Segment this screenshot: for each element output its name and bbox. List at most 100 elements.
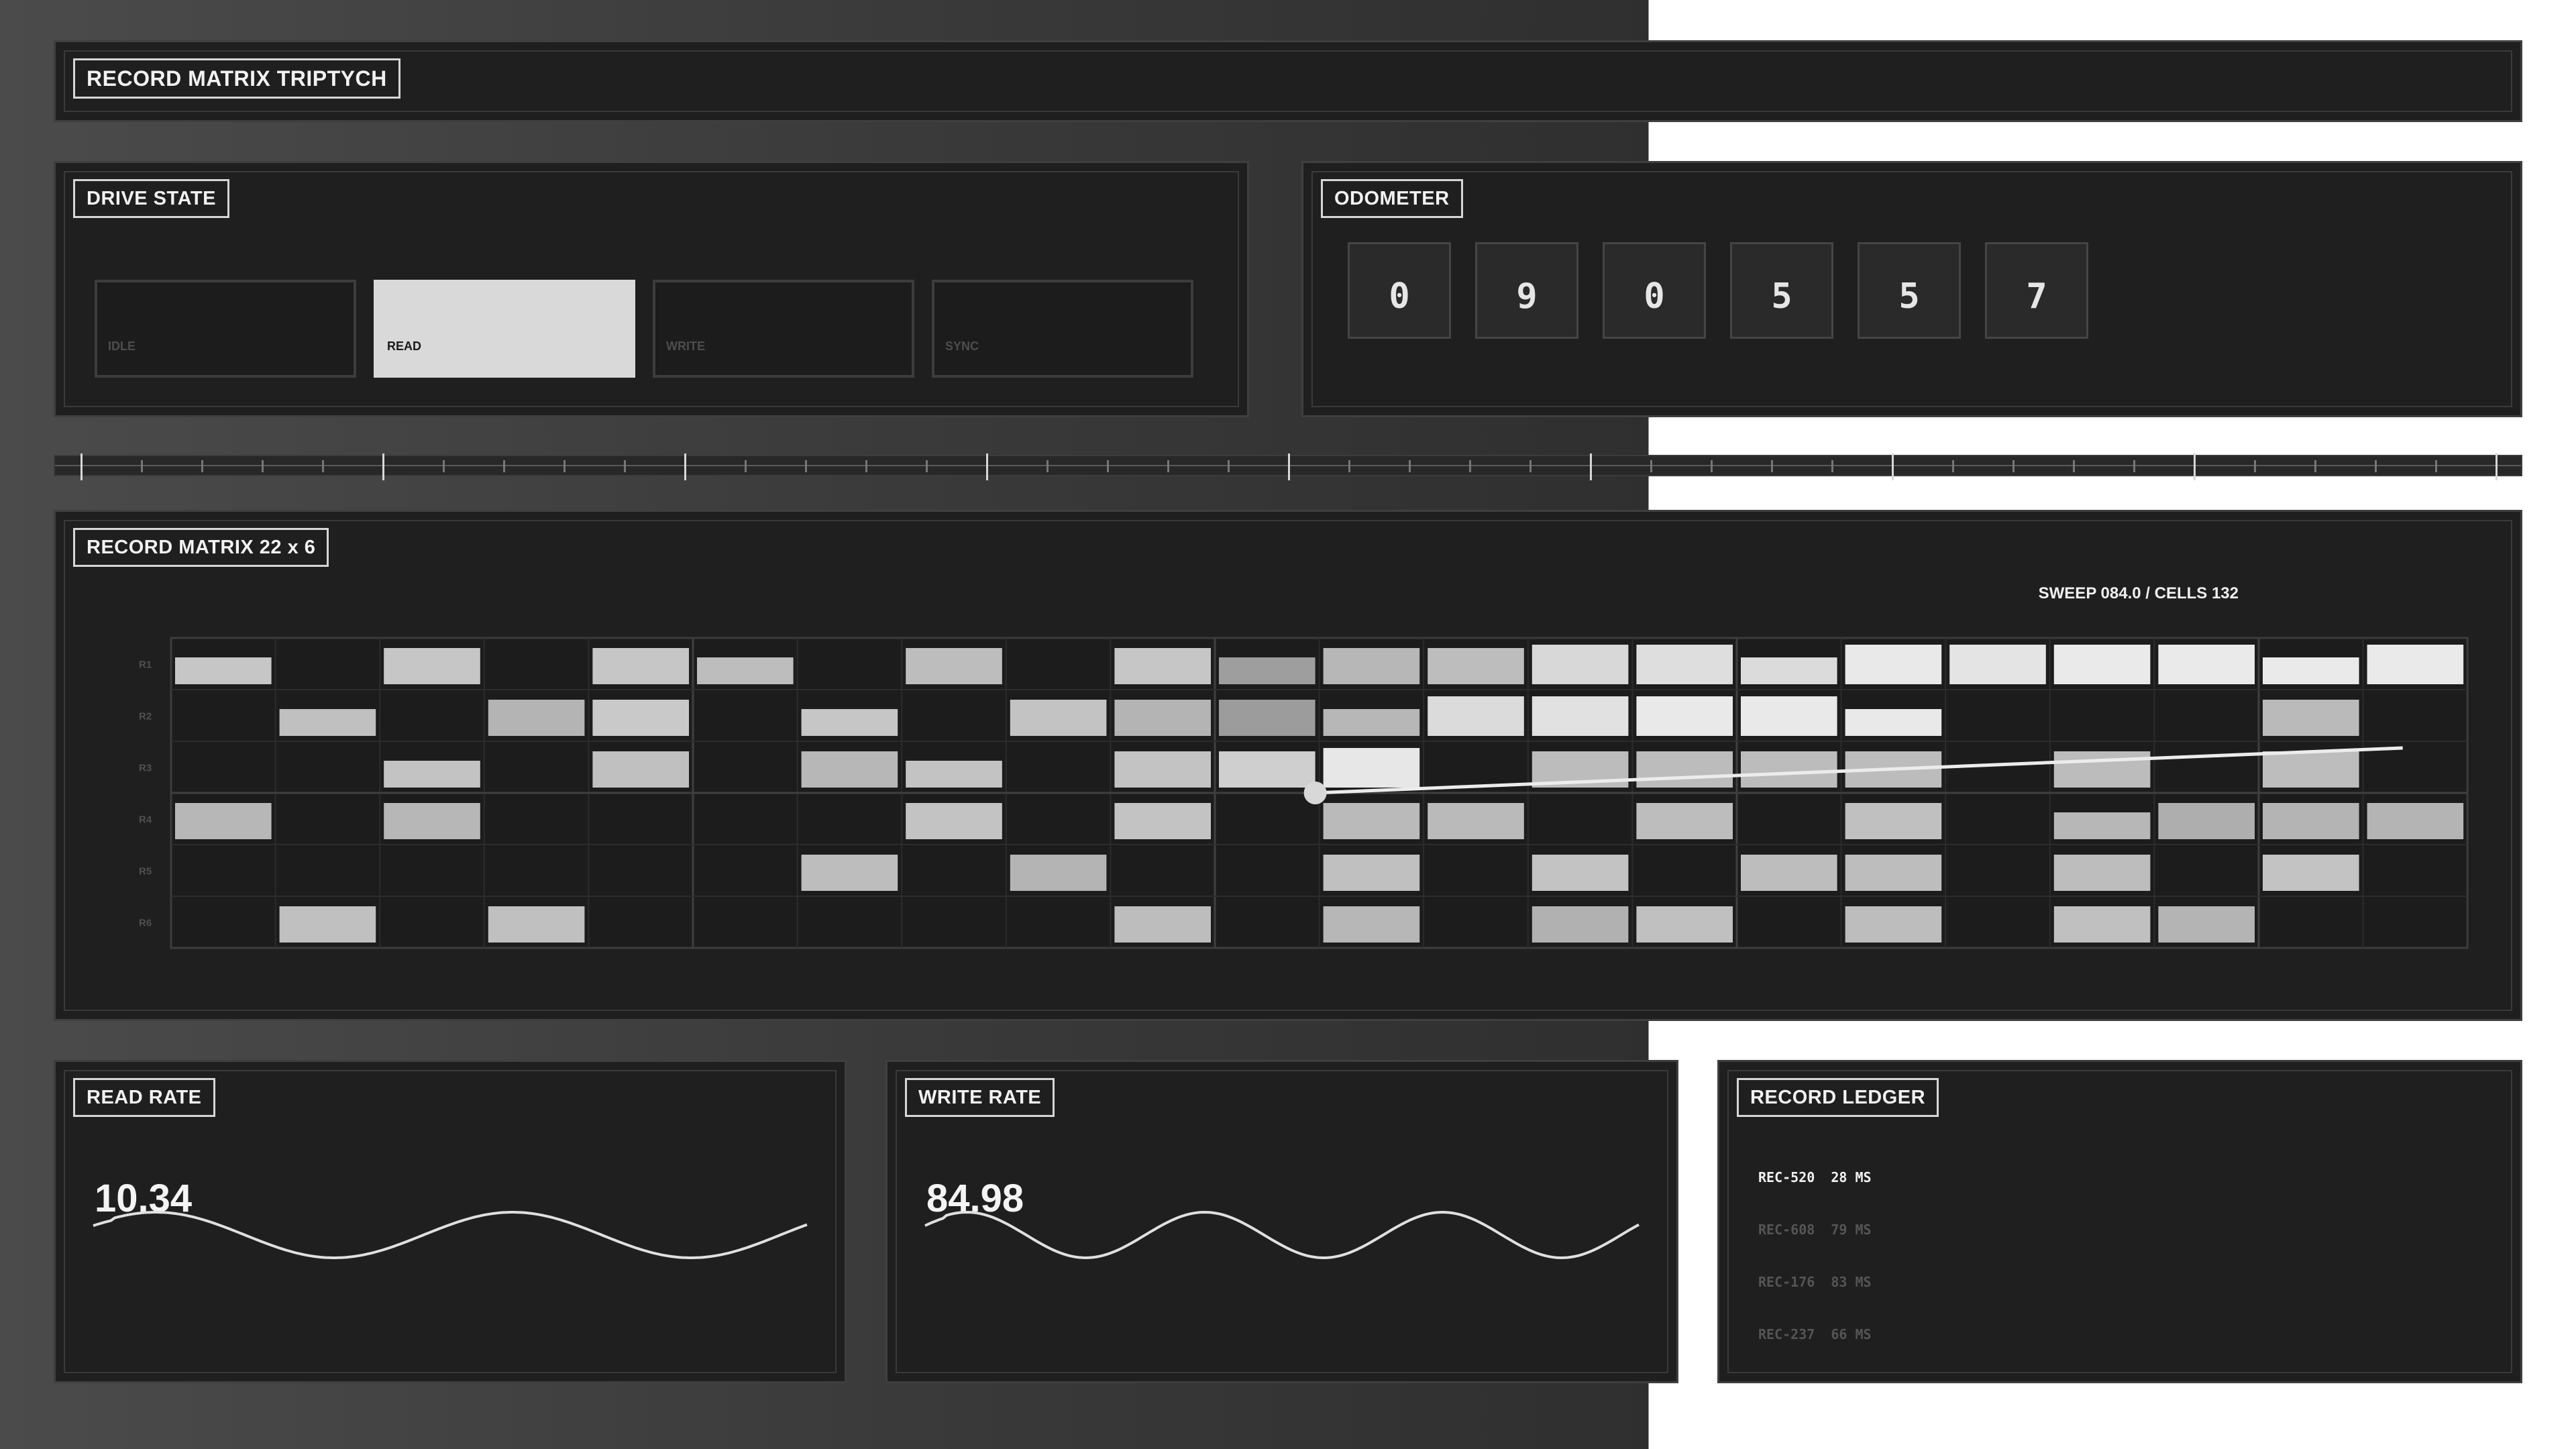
timeline-tick: [1409, 460, 1411, 472]
ledger-entry[interactable]: REC-176 83 MS: [1758, 1274, 1872, 1290]
matrix-cell: [1323, 709, 1420, 736]
ledger-label: RECORD LEDGER: [1737, 1078, 1939, 1117]
matrix-cell: [1323, 906, 1420, 943]
timeline-tick: [865, 460, 867, 472]
timeline-tick: [1590, 453, 1592, 480]
matrix-cell: [1114, 906, 1211, 943]
matrix-cell: [2053, 751, 2151, 788]
ledger-entry-id: REC-237: [1758, 1326, 1815, 1342]
record-matrix-grid[interactable]: R1 R2 R3 R4 R5 R6: [56, 512, 2520, 1019]
state-read-button[interactable]: READ: [374, 280, 635, 378]
matrix-cell: [1532, 906, 1629, 943]
timeline-tick: [503, 460, 505, 472]
timeline-tick: [564, 460, 566, 472]
timeline-tick: [2194, 453, 2196, 480]
matrix-cell: [175, 803, 272, 839]
ledger-entry-id: REC-520: [1758, 1169, 1815, 1185]
timeline-tick: [1167, 460, 1169, 472]
write-rate-panel: WRITE RATE 84.98: [885, 1060, 1678, 1383]
timeline-tick: [1107, 460, 1109, 472]
ledger-entry[interactable]: REC-608 79 MS: [1758, 1222, 1872, 1238]
odometer-label: ODOMETER: [1321, 179, 1463, 218]
ledger-entry[interactable]: REC-237 66 MS: [1758, 1326, 1872, 1342]
record-ledger-panel: RECORD LEDGER REC-520 28 MS REC-608 79 M…: [1717, 1060, 2522, 1383]
matrix-cell: [1219, 700, 1316, 736]
matrix-cell: [1845, 855, 1942, 891]
timeline-tick: [1228, 460, 1230, 472]
matrix-cell: [1114, 700, 1211, 736]
odometer-panel: ODOMETER 0 9 0 5 5 7: [1301, 161, 2522, 417]
timeline-tick: [926, 460, 928, 472]
matrix-cell: [488, 906, 585, 943]
matrix-cell: [906, 761, 1002, 788]
ledger-entry[interactable]: REC-520 28 MS: [1758, 1169, 1872, 1185]
timeline-tick: [1711, 460, 1713, 472]
matrix-cell: [592, 751, 689, 788]
write-rate-wave: [924, 1210, 1640, 1260]
matrix-cell: [1741, 855, 1837, 891]
matrix-cell: [592, 648, 689, 684]
matrix-cell: [1323, 855, 1420, 891]
row-label: R4: [139, 814, 152, 826]
timeline-scrubber[interactable]: [54, 453, 2522, 480]
odometer-digit: 0: [1348, 242, 1451, 339]
matrix-cell: [1114, 803, 1211, 839]
matrix-cell: [1428, 803, 1524, 839]
timeline-tick: [1892, 453, 1894, 480]
timeline-tick: [1831, 460, 1833, 472]
matrix-cell: [2053, 855, 2151, 891]
timeline-tick: [684, 453, 686, 480]
matrix-cell: [2263, 700, 2359, 736]
ledger-entry-id: REC-608: [1758, 1222, 1815, 1238]
matrix-cell: [2053, 906, 2151, 943]
timeline-tick: [2012, 460, 2015, 472]
matrix-cell: [384, 803, 480, 839]
matrix-cell: [2263, 855, 2359, 891]
state-sync-button[interactable]: SYNC: [932, 280, 1193, 378]
matrix-cell: [1636, 751, 1733, 788]
matrix-cell: [1741, 751, 1837, 788]
matrix-cell: [1845, 709, 1942, 736]
ledger-entry-latency: 28 MS: [1831, 1169, 1872, 1185]
timeline-tick: [2254, 460, 2256, 472]
matrix-cell: [2263, 657, 2359, 684]
row-label: R2: [139, 711, 152, 722]
matrix-cell: [488, 700, 585, 736]
timeline-tick: [382, 453, 384, 480]
app-title: RECORD MATRIX TRIPTYCH: [73, 58, 400, 99]
matrix-cell: [2053, 812, 2151, 839]
odometer-digit: 5: [1730, 242, 1833, 339]
matrix-cell: [279, 709, 376, 736]
matrix-cell: [1636, 696, 1733, 736]
matrix-cell: [1741, 696, 1837, 736]
row-label: R5: [139, 866, 152, 877]
matrix-cell: [2367, 645, 2464, 684]
state-idle-button[interactable]: IDLE: [95, 280, 356, 378]
timeline-tick: [2073, 460, 2075, 472]
header-bar: RECORD MATRIX TRIPTYCH: [54, 40, 2522, 122]
record-matrix-panel: RECORD MATRIX 22 x 6 SWEEP 084.0 / CELLS…: [54, 510, 2522, 1021]
timeline-tick: [2314, 460, 2316, 472]
matrix-cell: [279, 906, 376, 943]
timeline-tick: [443, 460, 445, 472]
matrix-cell: [2158, 803, 2255, 839]
matrix-cell: [1532, 855, 1629, 891]
matrix-cell: [2367, 803, 2464, 839]
matrix-cell: [1636, 906, 1733, 943]
matrix-cell: [1428, 696, 1524, 736]
timeline-tick: [2375, 460, 2377, 472]
matrix-cell: [1741, 657, 1837, 684]
matrix-cell: [1532, 645, 1629, 684]
state-write-button[interactable]: WRITE: [653, 280, 914, 378]
matrix-cell: [906, 803, 1002, 839]
matrix-cell: [801, 709, 898, 736]
row-label: R3: [139, 763, 152, 774]
matrix-cell: [1636, 645, 1733, 684]
matrix-cell: [2053, 645, 2151, 684]
timeline-tick: [201, 460, 203, 472]
timeline-tick: [1529, 460, 1532, 472]
timeline-tick: [745, 460, 747, 472]
matrix-cell: [697, 657, 794, 684]
matrix-cell: [1323, 648, 1420, 684]
ledger-entry-latency: 83 MS: [1831, 1274, 1872, 1290]
